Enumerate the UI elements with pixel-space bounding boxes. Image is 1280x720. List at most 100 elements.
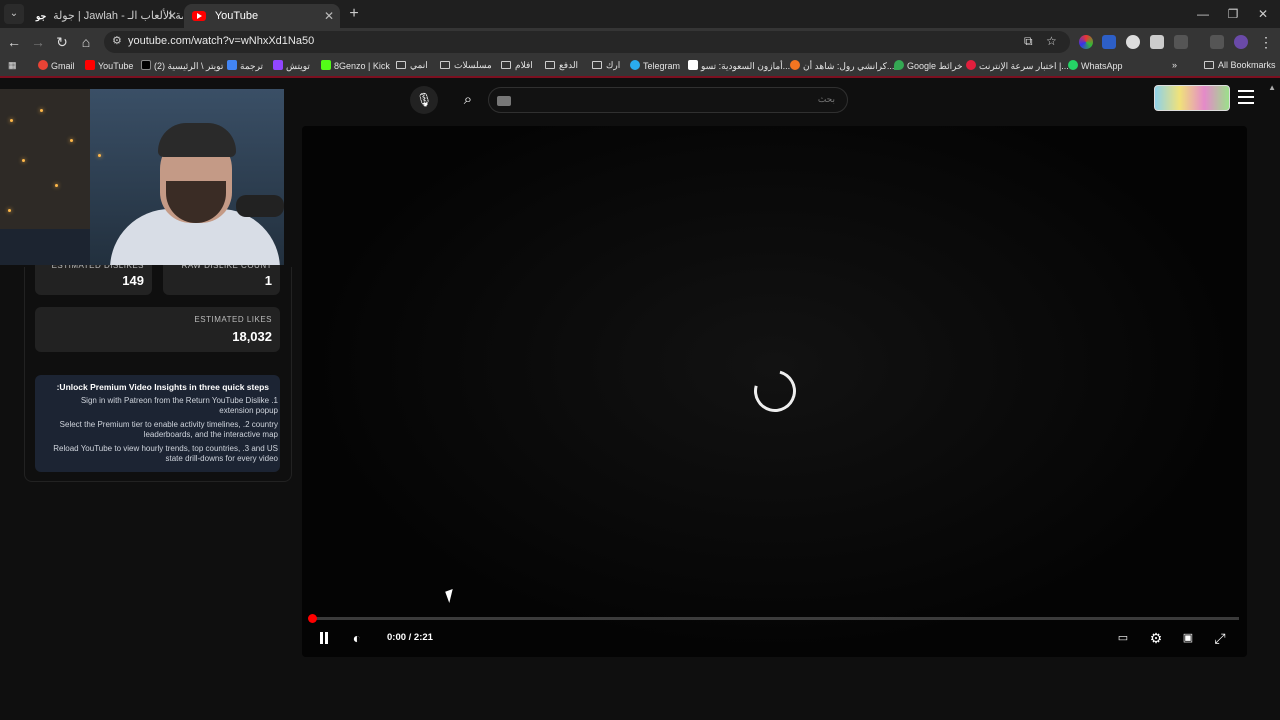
volume-icon[interactable]: ◐	[347, 628, 367, 648]
string-light	[55, 184, 58, 187]
youtube-icon	[85, 60, 95, 70]
theater-mode-icon[interactable]: ▣	[1177, 628, 1199, 648]
forward-icon[interactable]: →	[28, 32, 48, 52]
webcam-shelf	[0, 89, 90, 229]
restore-button[interactable]: ❐	[1218, 4, 1248, 24]
bookmark-label: أمازون السعودية: تسو...	[701, 61, 791, 71]
more-bookmarks-button[interactable]: »	[1172, 60, 1177, 70]
address-bar[interactable]: ⚙ youtube.com/watch?v=wNhxXd1Na50 ⧉ ☆	[104, 31, 1070, 53]
home-icon[interactable]: ⌂	[76, 32, 96, 52]
bookmark-label: WhatsApp	[1081, 61, 1123, 71]
stat-value: 1	[264, 273, 272, 288]
toolbar: ← → ↻ ⌂ ⚙ youtube.com/watch?v=wNhxXd1Na5…	[0, 28, 1280, 56]
speedtest-icon	[966, 60, 976, 70]
tab-search-button[interactable]: ⌄	[4, 4, 24, 24]
whatsapp-icon	[1068, 60, 1078, 70]
bookmark-label: اختبار سرعة الإنترنت |...	[979, 61, 1069, 71]
speed-extension-icon[interactable]	[1126, 35, 1140, 49]
bookmark-translate[interactable]: ترجمة	[227, 60, 263, 72]
search-input[interactable]: بحث	[488, 87, 848, 113]
tab-youtube[interactable]: YouTube ✕	[184, 4, 340, 28]
time-display: 0:00 / 2:21	[387, 632, 433, 643]
x-icon	[141, 60, 151, 70]
menu-icon[interactable]	[1238, 90, 1254, 104]
menu-dots-icon[interactable]: ⋮	[1256, 32, 1276, 52]
back-icon[interactable]: ←	[4, 32, 24, 52]
bookmark-folder-anime[interactable]: انمي	[396, 60, 428, 71]
site-info-icon[interactable]: ⚙	[112, 34, 122, 47]
folder-icon	[1204, 61, 1214, 69]
extensions-puzzle-icon[interactable]	[1174, 35, 1188, 49]
bookmark-youtube[interactable]: YouTube	[85, 60, 133, 71]
url-text: youtube.com/watch?v=wNhxXd1Na50	[128, 35, 315, 47]
bookmark-maps[interactable]: Google خرائط	[894, 60, 963, 72]
profile-avatar[interactable]	[1234, 35, 1248, 49]
voice-search-icon[interactable]: 🎙	[410, 86, 438, 114]
pause-button[interactable]	[314, 628, 334, 648]
string-light	[10, 119, 13, 122]
bookmark-label: كرانشي رول: شاهد أن...	[803, 61, 895, 71]
bookmark-label: تويتش	[286, 61, 310, 71]
scroll-up-arrow-icon[interactable]: ▲	[1268, 83, 1276, 92]
bookmark-twitch[interactable]: تويتش	[273, 60, 310, 72]
bookmark-label: ترجمة	[240, 61, 264, 71]
settings-gear-icon[interactable]: ⚙	[1145, 628, 1167, 648]
bookmark-label: 8Genzo | Kick	[334, 61, 390, 71]
subtitles-icon[interactable]: ▭	[1112, 628, 1134, 648]
string-light	[40, 109, 43, 112]
bookmark-kick[interactable]: 8Genzo | Kick	[321, 60, 390, 71]
bookmark-speedtest[interactable]: اختبار سرعة الإنترنت |...	[966, 60, 1069, 72]
stat-value: 18,032	[232, 329, 272, 344]
all-bookmarks-label: All Bookmarks	[1218, 60, 1276, 70]
bookmark-gmail[interactable]: Gmail	[38, 60, 75, 71]
kick-icon	[321, 60, 331, 70]
bookmark-star-icon[interactable]: ☆	[1046, 34, 1057, 48]
microphone	[236, 195, 284, 217]
install-app-icon[interactable]: ⧉	[1024, 34, 1033, 49]
color-extension-icon[interactable]	[1079, 35, 1093, 49]
minimize-button[interactable]: —	[1188, 4, 1218, 24]
premium-step: Sign in with Patreon from the Return You…	[80, 396, 278, 415]
scrubber-handle[interactable]	[308, 614, 317, 623]
reload-icon[interactable]: ↻	[52, 32, 72, 52]
folder-icon	[545, 61, 555, 69]
progress-bar[interactable]	[308, 614, 1239, 623]
apps-grid-icon[interactable]: ▦	[8, 60, 17, 71]
twitch-icon	[273, 60, 283, 70]
media-controls-icon[interactable]	[1210, 35, 1224, 49]
tab-close-icon[interactable]: ✕	[324, 6, 334, 26]
grid-extension-icon[interactable]	[1150, 35, 1164, 49]
search-icon[interactable]: ⌕	[455, 87, 481, 113]
all-bookmarks-button[interactable]: All Bookmarks	[1204, 60, 1276, 70]
bookmark-telegram[interactable]: Telegram	[630, 60, 680, 71]
bookmark-twitter[interactable]: (2) تويتر \ الرئيسية	[141, 60, 223, 72]
bookmark-folder-ark[interactable]: ارك	[592, 60, 620, 71]
close-window-button[interactable]: ✕	[1248, 4, 1278, 24]
bookmark-crunchyroll[interactable]: كرانشي رول: شاهد أن...	[790, 60, 894, 72]
search-placeholder: بحث	[817, 94, 835, 104]
string-light	[98, 154, 101, 157]
bookmark-label: Telegram	[643, 61, 681, 71]
premium-step: Select the Premium tier to enable activi…	[59, 420, 278, 439]
tab-close-icon[interactable]: ✕	[167, 6, 177, 26]
video-player[interactable]: ◐ 0:00 / 2:21 ▭ ⚙ ▣ ⤢	[302, 126, 1247, 657]
bookmark-folder-series[interactable]: مسلسلات	[440, 60, 492, 71]
bookmark-folder-payment[interactable]: الدفع	[545, 60, 578, 71]
fullscreen-icon[interactable]: ⤢	[1209, 628, 1231, 648]
bookmark-label: الدفع	[559, 60, 579, 70]
bookmark-label: انمي	[410, 60, 428, 70]
new-tab-button[interactable]: +	[345, 4, 363, 24]
audio-extension-icon[interactable]	[1102, 35, 1116, 49]
doodle-logo[interactable]	[1154, 85, 1230, 111]
stat-value: 149	[122, 273, 144, 288]
premium-step: Reload YouTube to view hourly trends, to…	[53, 444, 278, 463]
bookmark-amazon[interactable]: أمازون السعودية: تسو...	[688, 60, 790, 72]
translate-icon	[227, 60, 237, 70]
keyboard-icon[interactable]	[497, 96, 511, 106]
bookmark-label: ارك	[606, 60, 621, 70]
bookmark-label: (2) تويتر \ الرئيسية	[154, 61, 224, 71]
tab-jawlah[interactable]: جو جولة | Jawlah - منصة الألعاب الـ... ✕	[28, 4, 183, 28]
telegram-icon	[630, 60, 640, 70]
bookmark-whatsapp[interactable]: WhatsApp	[1068, 60, 1123, 71]
bookmark-folder-movies[interactable]: افلام	[501, 60, 533, 71]
